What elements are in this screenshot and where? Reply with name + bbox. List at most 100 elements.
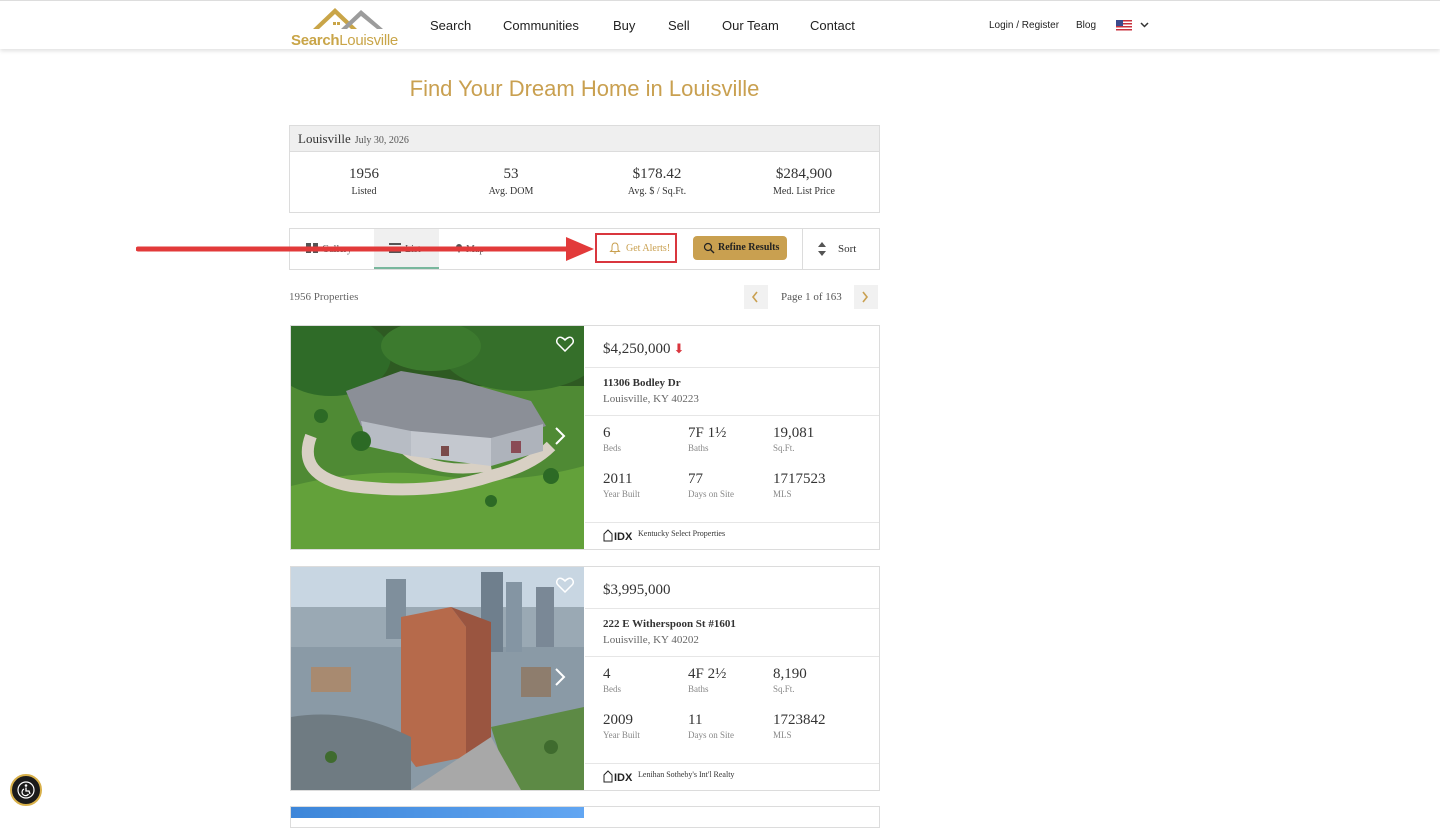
listing-beds: 6 Beds bbox=[603, 425, 621, 453]
page-indicator: Page 1 of 163 bbox=[781, 291, 842, 303]
results-count: 1956 Properties bbox=[289, 291, 359, 303]
favorite-heart-icon[interactable] bbox=[556, 336, 574, 352]
stat-value: 1956 bbox=[349, 166, 379, 182]
divider bbox=[585, 656, 879, 657]
listing-price: $3,995,000 bbox=[603, 582, 671, 598]
sqft-label: Sq.Ft. bbox=[773, 684, 795, 694]
listing-photo[interactable] bbox=[291, 567, 584, 790]
page-title: Find Your Dream Home in Louisville bbox=[409, 76, 760, 101]
annotation-arrow-icon bbox=[136, 237, 594, 261]
idx-logo-icon: IDX bbox=[603, 529, 633, 542]
chevron-left-icon bbox=[751, 291, 758, 303]
baths-label: Baths bbox=[688, 443, 709, 453]
listing-sqft: 8,190 Sq.Ft. bbox=[773, 666, 807, 694]
divider bbox=[585, 367, 879, 368]
stat-median-list-price: $284,900 Med. List Price bbox=[734, 166, 874, 197]
mls-label: MLS bbox=[773, 489, 792, 499]
beds-value: 6 bbox=[603, 425, 611, 441]
stat-label: Listed bbox=[351, 186, 377, 197]
divider bbox=[585, 522, 879, 523]
stat-value: $178.42 bbox=[632, 166, 682, 182]
site-logo[interactable]: SearchLouisville bbox=[291, 5, 406, 49]
beds-value: 4 bbox=[603, 666, 611, 682]
nav-our-team[interactable]: Our Team bbox=[722, 18, 779, 33]
divider bbox=[585, 608, 879, 609]
nav-contact[interactable]: Contact bbox=[810, 18, 855, 33]
price-drop-icon: ⬇ bbox=[673, 341, 685, 356]
stats-date: July 30, 2026 bbox=[354, 135, 409, 146]
listing-street[interactable]: 222 E Witherspoon St #1601 bbox=[603, 618, 736, 630]
mls-value: 1723842 bbox=[773, 712, 826, 728]
mls-label: MLS bbox=[773, 730, 792, 740]
listing-city: Louisville, KY 40223 bbox=[603, 393, 699, 405]
svg-text:IDX: IDX bbox=[614, 531, 633, 542]
stat-label: Avg. DOM bbox=[488, 186, 534, 197]
blog-link[interactable]: Blog bbox=[1076, 20, 1096, 31]
next-photo-chevron-icon[interactable] bbox=[554, 667, 566, 687]
search-icon bbox=[703, 242, 715, 254]
listing-broker: Lenihan Sotheby's Int'l Realty bbox=[638, 770, 735, 779]
login-register-link[interactable]: Login / Register bbox=[989, 20, 1059, 31]
idx-logo-icon: IDX bbox=[603, 770, 633, 783]
year-label: Year Built bbox=[603, 489, 640, 499]
nav-sell[interactable]: Sell bbox=[668, 18, 690, 33]
nav-communities[interactable]: Communities bbox=[503, 18, 579, 33]
stat-avg-dom: 53 Avg. DOM bbox=[441, 166, 581, 197]
listing-price: $4,250,000 bbox=[603, 341, 671, 357]
next-photo-chevron-icon[interactable] bbox=[554, 426, 566, 446]
nav-search[interactable]: Search bbox=[430, 18, 471, 33]
dom-value: 11 bbox=[688, 712, 703, 728]
get-alerts-label: Get Alerts! bbox=[626, 243, 671, 254]
listing-baths: 4F 2½ Baths bbox=[688, 666, 726, 694]
logo-text-bold: Search bbox=[291, 32, 340, 49]
baths-label: Baths bbox=[688, 684, 709, 694]
favorite-heart-icon[interactable] bbox=[556, 577, 574, 593]
accessibility-button[interactable] bbox=[10, 774, 42, 806]
prev-page-button[interactable] bbox=[744, 285, 768, 309]
year-value: 2011 bbox=[603, 471, 633, 487]
listing-days-on-site: 11 Days on Site bbox=[688, 712, 734, 740]
listing-beds: 4 Beds bbox=[603, 666, 621, 694]
market-stats-card: Louisville July 30, 2026 1956 Listed 53 A… bbox=[289, 125, 880, 213]
listing-info: $3,995,000 222 E Witherspoon St #1601 Lo… bbox=[585, 567, 879, 790]
listing-mls: 1723842 MLS bbox=[773, 712, 826, 740]
divider bbox=[585, 415, 879, 416]
dom-value: 77 bbox=[688, 471, 703, 487]
listing-mls: 1717523 MLS bbox=[773, 471, 826, 499]
logo-roof-icon bbox=[313, 8, 383, 29]
stat-avg-price-sqft: $178.42 Avg. $ / Sq.Ft. bbox=[587, 166, 727, 197]
sort-icon bbox=[818, 242, 826, 256]
listing-days-on-site: 77 Days on Site bbox=[688, 471, 734, 499]
listing-card[interactable]: $3,995,000 222 E Witherspoon St #1601 Lo… bbox=[290, 566, 880, 791]
refine-results-button[interactable]: Refine Results bbox=[693, 236, 787, 260]
site-header: SearchLouisville Search Communities Buy … bbox=[0, 0, 1440, 49]
listing-baths: 7F 1½ Baths bbox=[688, 425, 726, 453]
listing-photo[interactable] bbox=[291, 326, 584, 549]
divider bbox=[802, 229, 803, 269]
listing-photo[interactable] bbox=[291, 807, 584, 818]
listing-card[interactable]: $4,250,000 ⬇ 11306 Bodley Dr Louisville, … bbox=[290, 325, 880, 550]
chevron-right-icon bbox=[862, 291, 869, 303]
listing-broker: Kentucky Select Properties bbox=[638, 529, 726, 538]
beds-label: Beds bbox=[603, 684, 621, 694]
listing-info: $4,250,000 ⬇ 11306 Bodley Dr Louisville, … bbox=[585, 326, 879, 549]
next-page-button[interactable] bbox=[854, 285, 878, 309]
beds-label: Beds bbox=[603, 443, 621, 453]
baths-value: 7F 1½ bbox=[688, 425, 727, 441]
nav-buy[interactable]: Buy bbox=[613, 18, 635, 33]
year-value: 2009 bbox=[603, 712, 633, 728]
chevron-down-icon[interactable] bbox=[1140, 22, 1149, 28]
get-alerts-button[interactable]: Get Alerts! bbox=[595, 233, 677, 263]
listing-card[interactable] bbox=[290, 806, 880, 828]
stat-label: Avg. $ / Sq.Ft. bbox=[627, 186, 687, 197]
bell-icon bbox=[609, 242, 621, 254]
listing-year-built: 2009 Year Built bbox=[603, 712, 640, 740]
building-photo bbox=[291, 567, 584, 790]
listing-street[interactable]: 11306 Bodley Dr bbox=[603, 377, 681, 389]
refine-results-label: Refine Results bbox=[718, 242, 780, 253]
house-photo bbox=[291, 326, 584, 549]
stats-city: Louisville bbox=[298, 131, 351, 146]
accessibility-icon bbox=[17, 781, 35, 799]
flag-us-icon[interactable] bbox=[1116, 20, 1132, 31]
sqft-label: Sq.Ft. bbox=[773, 443, 795, 453]
